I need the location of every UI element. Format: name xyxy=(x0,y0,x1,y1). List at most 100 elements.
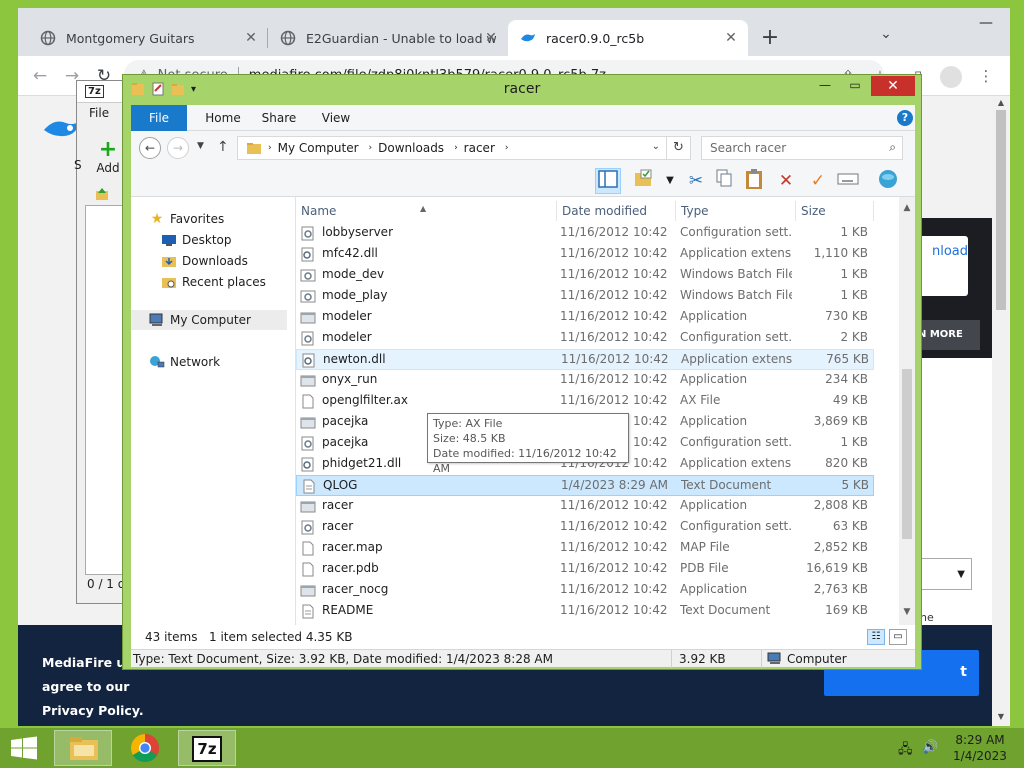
close-tab-icon[interactable]: ✕ xyxy=(482,29,500,47)
taskbar-chrome[interactable] xyxy=(116,730,174,766)
breadcrumb-downloads[interactable]: Downloads xyxy=(378,141,444,155)
network-globe-icon[interactable] xyxy=(875,168,901,194)
file-row[interactable]: modeler 11/16/2012 10:42 ... Application 73… xyxy=(296,307,874,328)
scroll-up-arrow-icon[interactable]: ▲ xyxy=(992,98,1010,107)
taskbar-clock[interactable]: 8:29 AM 1/4/2023 xyxy=(950,732,1010,764)
minimize-browser-button[interactable]: — xyxy=(964,8,1008,38)
close-button[interactable]: ✕ xyxy=(871,76,915,96)
taskbar-file-explorer[interactable] xyxy=(54,730,112,766)
maximize-button[interactable]: ▭ xyxy=(841,76,869,96)
tab-montgomery-guitars[interactable]: Montgomery Guitars ✕ xyxy=(28,20,268,56)
tab-home[interactable]: Home xyxy=(197,105,249,131)
paste-icon[interactable] xyxy=(741,168,767,194)
recent-locations-icon[interactable]: ▼ xyxy=(197,141,204,151)
file-row[interactable]: racer 11/16/2012 10:42 ... Configuration s… xyxy=(296,517,874,538)
file-row[interactable]: racer_nocg 11/16/2012 10:42 ... Applicatio… xyxy=(296,580,874,601)
sevenzip-add-button[interactable]: + Add xyxy=(93,139,123,176)
file-type: Configuration sett... xyxy=(680,435,792,449)
preview-pane-icon[interactable] xyxy=(595,168,621,194)
address-dropdown-icon[interactable]: ⌄ xyxy=(652,141,660,152)
file-row[interactable]: modeler 11/16/2012 10:42 ... Configuration… xyxy=(296,328,874,349)
nav-downloads[interactable]: Downloads xyxy=(161,251,317,271)
details-view-icon[interactable]: ☷ xyxy=(867,629,885,645)
menu-kebab-icon[interactable]: ⋮ xyxy=(976,66,996,86)
breadcrumb-racer[interactable]: racer xyxy=(464,141,495,155)
scroll-down-arrow-icon[interactable]: ▼ xyxy=(992,712,1010,721)
cut-icon[interactable]: ✂ xyxy=(683,168,709,194)
forward-arrow-icon[interactable]: → xyxy=(167,137,189,159)
file-list-scrollbar[interactable]: ▲ ▼ xyxy=(899,197,915,625)
profile-avatar[interactable] xyxy=(940,66,962,88)
rename-check-icon[interactable]: ✓ xyxy=(805,168,831,194)
file-date-modified: 11/16/2012 10:42 ... xyxy=(560,498,672,512)
scroll-down-arrow-icon[interactable]: ▼ xyxy=(899,607,915,617)
file-row[interactable]: README 11/16/2012 10:42 ... Text Document 1… xyxy=(296,601,874,622)
address-breadcrumb[interactable]: › My Computer › Downloads › racer › ⌄ ↻ xyxy=(237,136,691,160)
tab-view[interactable]: View xyxy=(311,105,361,131)
back-arrow-icon[interactable]: ← xyxy=(30,66,50,86)
file-row[interactable]: mode_dev 11/16/2012 10:42 ... Windows Batc… xyxy=(296,265,874,286)
tooltip-type: Type: AX File xyxy=(433,417,503,430)
network-tray-icon[interactable]: 🖧 xyxy=(898,740,913,762)
volume-icon[interactable]: 🔊 xyxy=(922,740,938,755)
file-date-modified: 11/16/2012 10:42 ... xyxy=(560,330,672,344)
search-box[interactable]: Search racer ⌕ xyxy=(701,136,903,160)
file-row[interactable]: QLOG 1/4/2023 8:29 AM Text Document 5 KB xyxy=(296,475,874,496)
file-row[interactable]: openglfilter.ax 11/16/2012 10:42 ... AX Fi… xyxy=(296,391,874,412)
column-type[interactable]: Type xyxy=(676,201,796,221)
rename-field-icon[interactable] xyxy=(835,168,861,194)
dropdown-caret-icon[interactable]: ▼ xyxy=(657,168,683,194)
up-folder-icon[interactable] xyxy=(95,187,109,201)
windows-start-icon[interactable] xyxy=(10,736,38,760)
taskbar-7zip[interactable]: 7z xyxy=(178,730,236,766)
breadcrumb-my-computer[interactable]: My Computer xyxy=(278,141,359,155)
tab-file[interactable]: File xyxy=(131,105,187,131)
refresh-icon[interactable]: ↻ xyxy=(666,137,690,159)
nav-recent-places[interactable]: Recent places xyxy=(161,272,317,292)
tab-racer-active[interactable]: racer0.9.0_rc5b ✕ xyxy=(508,20,748,56)
file-row[interactable]: mode_play 11/16/2012 10:42 ... Windows Bat… xyxy=(296,286,874,307)
page-scrollbar[interactable]: ▲ ▼ xyxy=(992,96,1010,726)
scroll-thumb[interactable] xyxy=(996,110,1006,310)
copy-icon[interactable] xyxy=(711,168,737,194)
column-date-modified[interactable]: Date modified xyxy=(556,201,676,221)
file-row[interactable]: racer.map 11/16/2012 10:42 ... MAP File 2,8… xyxy=(296,538,874,559)
config-icon xyxy=(300,226,316,241)
file-row[interactable]: onyx_run 11/16/2012 10:42 ... Application 2… xyxy=(296,370,874,391)
tab-search-icon[interactable]: ⌄ xyxy=(876,26,896,46)
tab-share[interactable]: Share xyxy=(253,105,305,131)
file-row[interactable]: mfc42.dll 11/16/2012 10:42 ... Application… xyxy=(296,244,874,265)
nav-my-computer[interactable]: My Computer xyxy=(131,310,287,330)
close-tab-icon[interactable]: ✕ xyxy=(722,29,740,47)
learn-more-button[interactable]: N MORE xyxy=(914,320,980,350)
file-row[interactable]: newton.dll 11/16/2012 10:42 ... Applicatio… xyxy=(296,349,874,370)
file-row[interactable]: racer.pdb 11/16/2012 10:42 ... PDB File 16,… xyxy=(296,559,874,580)
nav-desktop[interactable]: Desktop xyxy=(161,230,317,250)
help-icon[interactable]: ? xyxy=(897,110,913,126)
batch-icon xyxy=(300,289,316,304)
column-size[interactable]: Size xyxy=(796,201,874,221)
nav-network[interactable]: Network xyxy=(149,352,305,372)
back-arrow-icon[interactable]: ← xyxy=(139,137,161,159)
delete-icon[interactable]: ✕ xyxy=(773,168,799,194)
scroll-thumb[interactable] xyxy=(902,369,912,539)
scroll-up-arrow-icon[interactable]: ▲ xyxy=(899,203,915,213)
nav-favorites[interactable]: ★ Favorites xyxy=(149,209,305,229)
new-tab-button[interactable]: + xyxy=(756,24,784,52)
file-row[interactable]: lobbyserver 11/16/2012 10:42 ... Configura… xyxy=(296,223,874,244)
minimize-button[interactable]: — xyxy=(811,76,839,96)
sevenzip-side-letter: S xyxy=(74,158,82,172)
address-row: ← → ▼ ↑ › My Computer › Downloads › race… xyxy=(131,131,915,165)
desktop-icon xyxy=(161,233,177,247)
folder-options-icon[interactable] xyxy=(631,168,657,194)
close-tab-icon[interactable]: ✕ xyxy=(242,29,260,47)
tab-e2guardian[interactable]: E2Guardian - Unable to load web ✕ xyxy=(268,20,508,56)
file-size: 5 KB xyxy=(841,478,869,492)
large-icons-view-icon[interactable]: ▭ xyxy=(889,629,907,645)
file-icon xyxy=(300,541,316,556)
file-row[interactable]: racer 11/16/2012 10:42 ... Application 2,80… xyxy=(296,496,874,517)
up-arrow-icon[interactable]: ↑ xyxy=(217,139,229,155)
column-name[interactable]: Name ▲ xyxy=(296,201,556,221)
tooltip-date: Date modified: 11/16/2012 10:42 AM xyxy=(433,447,617,475)
file-type: AX File xyxy=(680,393,721,407)
